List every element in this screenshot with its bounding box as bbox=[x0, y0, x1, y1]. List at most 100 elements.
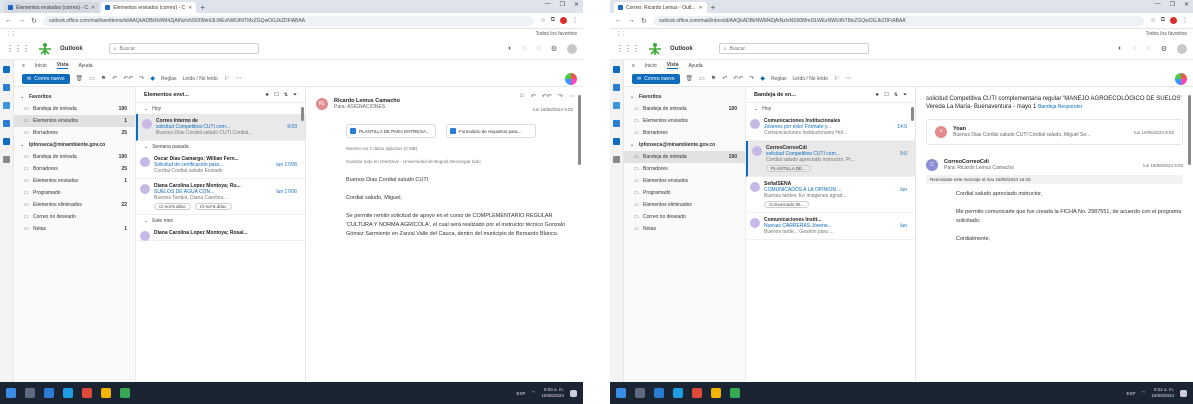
chat-icon[interactable]: ◌ bbox=[522, 45, 526, 52]
onedrive-icon[interactable] bbox=[613, 120, 620, 127]
reply-all-icon[interactable]: ↶↶ bbox=[733, 75, 743, 82]
thread-message-collapsed[interactable]: Y Yoan Buenos Dias Cordial saludo CUTI C… bbox=[926, 119, 1183, 145]
copilot-icon[interactable] bbox=[565, 72, 577, 85]
reload-icon[interactable]: ↻ bbox=[31, 17, 37, 25]
notifications-icon[interactable] bbox=[570, 389, 577, 397]
folder-icon[interactable] bbox=[101, 388, 111, 398]
chat-icon[interactable]: ◌ bbox=[1132, 45, 1136, 52]
list-item[interactable]: Diana Carolina Lopez Montoya; Ru... SUELO… bbox=[136, 179, 305, 215]
scrollbar[interactable] bbox=[301, 107, 304, 121]
app-icon[interactable] bbox=[120, 388, 130, 398]
search-input[interactable]: ⌕ Buscar bbox=[718, 43, 869, 54]
todo-icon[interactable] bbox=[3, 138, 10, 145]
group-header[interactable]: ⌄ Hoy bbox=[746, 103, 915, 114]
forward-icon[interactable]: → bbox=[628, 17, 635, 24]
calendar-icon[interactable] bbox=[613, 84, 620, 91]
browser-icon[interactable] bbox=[673, 388, 683, 398]
folder-item[interactable]: ▭ Elementos enviados bbox=[624, 115, 745, 127]
scrollbar[interactable] bbox=[1188, 95, 1191, 165]
rules-icon[interactable]: ◆ bbox=[760, 75, 765, 82]
people-icon[interactable] bbox=[613, 102, 620, 109]
calendar-icon[interactable] bbox=[3, 84, 10, 91]
delete-icon[interactable]: 🗑 bbox=[686, 75, 694, 82]
new-mail-button[interactable]: ✉ Correo nuevo bbox=[632, 73, 680, 84]
bell-icon[interactable]: ◐ bbox=[508, 45, 512, 52]
list-item[interactable]: Diana Carolina Lopez Montoya; Rosal... bbox=[136, 226, 305, 241]
folder-item[interactable]: ▭ Borradores 25 bbox=[14, 163, 135, 175]
folder-item[interactable]: ▭ Programado bbox=[14, 187, 135, 199]
attachment[interactable]: Formulario de requisitos para... bbox=[446, 124, 536, 138]
folder-item[interactable]: ▭ Borradores bbox=[624, 163, 745, 175]
clock[interactable]: 9:03 a. m. 18/06/2024 bbox=[541, 387, 564, 399]
report-icon[interactable]: ⚑ bbox=[101, 75, 106, 82]
emoji-icon[interactable]: ☺ bbox=[519, 93, 525, 100]
attachment-chip[interactable]: PLANTILLA DE... bbox=[766, 165, 811, 172]
profile-icon[interactable] bbox=[1170, 17, 1177, 24]
search-input[interactable]: ⌕ Buscar bbox=[108, 43, 259, 54]
extensions-icon[interactable]: ⧉ bbox=[551, 17, 555, 24]
forward-mail-icon[interactable]: ↷ bbox=[139, 75, 144, 82]
folder-item[interactable]: ▭ Correo no deseado bbox=[14, 211, 135, 223]
help-icon[interactable]: ◌ bbox=[537, 45, 541, 52]
star-icon[interactable]: ☆ bbox=[540, 17, 545, 24]
app-icon[interactable] bbox=[730, 388, 740, 398]
close-tab-icon[interactable]: ✕ bbox=[188, 5, 192, 11]
menu-icon[interactable]: ⋮ bbox=[572, 17, 578, 24]
delete-icon[interactable]: 🗑 bbox=[76, 75, 84, 82]
read-unread-button[interactable]: Leído / No leído bbox=[183, 76, 218, 82]
folder-group-header[interactable]: ⌄ lpfonseca@minambiente.gov.co bbox=[14, 139, 135, 151]
back-icon[interactable]: ← bbox=[615, 17, 622, 24]
folder-item[interactable]: ▭ Programado bbox=[624, 187, 745, 199]
report-icon[interactable]: ⚑ bbox=[711, 75, 716, 82]
hamburger-icon[interactable]: ≡ bbox=[632, 63, 635, 69]
subject-tags[interactable]: Bandeja Responder bbox=[1038, 104, 1082, 110]
select-icon[interactable]: ☐ bbox=[274, 92, 278, 98]
forward-icon[interactable]: → bbox=[18, 17, 25, 24]
windows-start-icon[interactable] bbox=[616, 388, 626, 398]
star-icon[interactable]: ☆ bbox=[1150, 17, 1155, 24]
maximize-icon[interactable]: ❐ bbox=[560, 1, 565, 8]
attachment[interactable]: PLANTILLA DE PARA ENTREGA... bbox=[346, 124, 436, 138]
list-item[interactable]: CorreoCorreoCdi solicitud Competitiva CUT… bbox=[746, 141, 915, 177]
bell-icon[interactable]: ◐ bbox=[1118, 45, 1122, 52]
folder-item[interactable]: ▭ Notas 1 bbox=[14, 223, 135, 235]
archive-icon[interactable]: ▭ bbox=[699, 75, 705, 82]
close-tab-icon[interactable]: ✕ bbox=[91, 5, 95, 11]
folder-item[interactable]: ▭ Bandeja de entrada 190 bbox=[14, 103, 135, 115]
copilot-icon[interactable] bbox=[1175, 72, 1187, 85]
back-icon[interactable]: ← bbox=[5, 17, 12, 24]
app-launcher-icon[interactable]: ⋮⋮⋮ bbox=[616, 44, 640, 53]
folder-item[interactable]: ▭ Correo no deseado bbox=[624, 211, 745, 223]
group-header[interactable]: ⌄ Semana pasada bbox=[136, 141, 305, 152]
edge-icon[interactable] bbox=[44, 388, 54, 398]
attachments-actions[interactable]: Guardar todo en OneDrive - Universidad d… bbox=[346, 159, 573, 164]
hamburger-icon[interactable]: ≡ bbox=[22, 63, 25, 69]
reply-icon[interactable]: ↶ bbox=[112, 75, 117, 82]
folder-item[interactable]: ▭ Elementos enviados bbox=[624, 175, 745, 187]
minimize-icon[interactable]: — bbox=[1155, 1, 1161, 8]
flag-icon[interactable]: ⚐ bbox=[224, 75, 229, 82]
folder-item[interactable]: ▭ Elementos eliminados 22 bbox=[14, 199, 135, 211]
rules-button[interactable]: Reglas bbox=[161, 76, 177, 82]
folder-item[interactable]: ▭ Notas bbox=[624, 223, 745, 235]
browser-tab-active[interactable]: Correo: Ricardo Lemus - Outl... ✕ bbox=[614, 2, 707, 13]
list-item[interactable]: Oscar Dias Camargo; Willian Fern... Solic… bbox=[136, 152, 305, 179]
sort-icon[interactable]: ⇅ bbox=[284, 92, 288, 98]
tab-vista[interactable]: Vista bbox=[56, 62, 69, 69]
search-icon[interactable] bbox=[635, 388, 645, 398]
attachments-summary[interactable]: Mostrar los 2 datos adjuntos (2 MB) bbox=[346, 146, 573, 151]
scrollbar[interactable] bbox=[578, 95, 581, 165]
reload-icon[interactable]: ↻ bbox=[641, 17, 647, 25]
tab-inicio[interactable]: Inicio bbox=[35, 63, 47, 69]
attachment-chip[interactable]: CI-sol-8.ddoc bbox=[194, 203, 232, 210]
avatar[interactable] bbox=[567, 43, 577, 54]
minimize-icon[interactable]: — bbox=[545, 1, 551, 8]
avatar[interactable] bbox=[1177, 43, 1187, 54]
wifi-icon[interactable]: ◠ bbox=[1142, 390, 1146, 396]
folder-item[interactable]: ▭ Elementos eliminados bbox=[624, 199, 745, 211]
archive-icon[interactable]: ▭ bbox=[89, 75, 95, 82]
menu-icon[interactable]: ⋮ bbox=[1182, 17, 1188, 24]
clock[interactable]: 9:22 a. m. 18/06/2024 bbox=[1151, 387, 1174, 399]
attachment-chip[interactable]: CI-sol-8.ddoc bbox=[154, 203, 191, 210]
rules-icon[interactable]: ◆ bbox=[150, 75, 155, 82]
